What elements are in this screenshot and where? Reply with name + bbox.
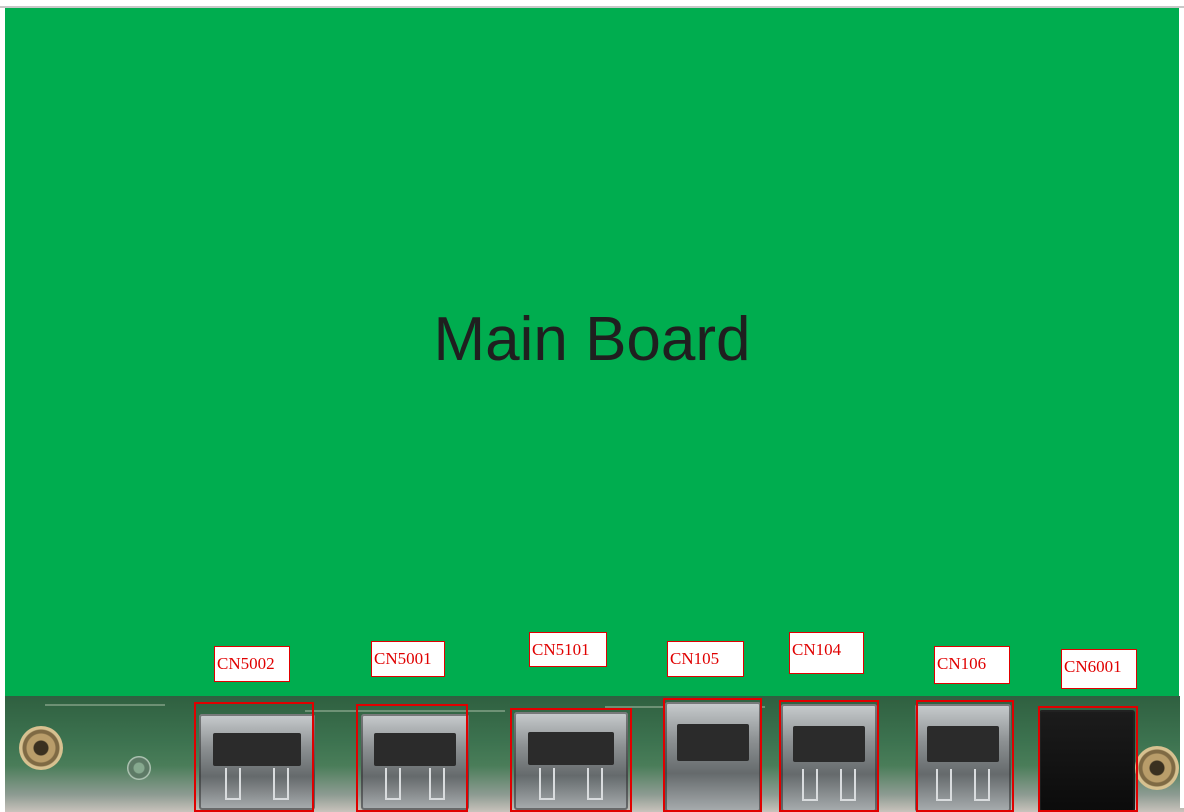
connector-label: CN106 bbox=[934, 646, 1010, 684]
highlight-box-cn104 bbox=[779, 700, 879, 812]
highlight-box-cn6001 bbox=[1038, 706, 1138, 812]
highlight-box-cn5001 bbox=[356, 704, 468, 812]
highlight-box-cn5101 bbox=[510, 708, 632, 812]
main-board-title: Main Board bbox=[433, 305, 751, 374]
connector-label: CN6001 bbox=[1061, 649, 1137, 689]
connector-label: CN5001 bbox=[371, 641, 445, 677]
screw-hole-right bbox=[1135, 746, 1179, 790]
connector-label: CN105 bbox=[667, 641, 744, 677]
connector-label: CN5101 bbox=[529, 632, 607, 667]
connector-label: CN5002 bbox=[214, 646, 290, 682]
pcb-trace bbox=[45, 704, 165, 706]
highlight-box-cn106 bbox=[916, 700, 1014, 812]
highlight-box-cn105 bbox=[663, 698, 762, 812]
screw-hole-left bbox=[19, 726, 63, 770]
component-icon bbox=[127, 756, 151, 780]
connector-label: CN104 bbox=[789, 632, 864, 674]
highlight-box-cn5002 bbox=[194, 702, 314, 812]
main-board-area: Main Board bbox=[0, 6, 1184, 696]
page-edge bbox=[1180, 8, 1184, 808]
